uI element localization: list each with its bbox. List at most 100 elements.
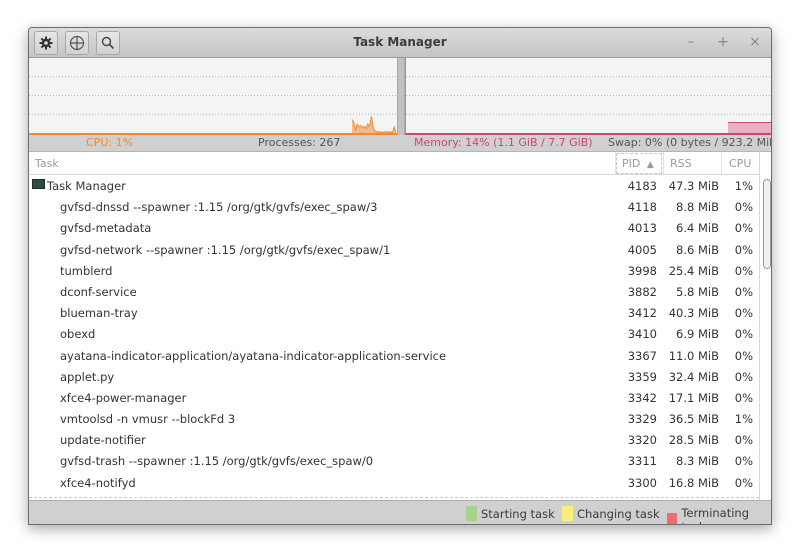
process-rss: 36.5 MiB [668,412,719,427]
legend-terminating: Terminating task [667,506,771,524]
cpu-graph-canvas [29,76,397,133]
process-row[interactable]: obexd 3410 6.9 MiB 0% [29,323,759,344]
process-name: applet.py [60,369,115,384]
process-rss: 40.3 MiB [668,306,719,321]
process-pid: 3367 [627,348,657,363]
task-manager-icon [32,179,45,189]
minimize-button[interactable]: – [683,34,699,50]
process-cpu: 0% [734,454,753,469]
process-cpu: 0% [734,433,753,448]
process-row[interactable]: update-notifier 3320 28.5 MiB 0% [29,429,759,450]
process-cpu: 0% [734,475,753,490]
process-row[interactable]: ayatana-indicator-application/ayatana-in… [29,345,759,366]
process-row[interactable]: gvfsd-network --spawner :1.15 /org/gtk/g… [29,239,759,260]
task-manager-window: Task Manager – + × CPU: 1% Processes: 26… [28,27,772,525]
changing-swatch [562,506,573,521]
maximize-button[interactable]: + [715,34,731,50]
process-rss: 8.8 MiB [676,200,719,215]
process-cpu: 0% [734,200,753,215]
process-pid: 3329 [627,412,657,427]
process-pid: 4005 [627,242,657,257]
process-pid: 3998 [627,263,657,278]
process-pid: 3311 [627,454,657,469]
memory-graph [405,58,771,135]
process-pid: 4183 [627,179,657,193]
column-header-task[interactable]: Task [35,157,59,170]
process-row[interactable]: vmtoolsd -n vmusr --blockFd 3 3329 36.5 Mi… [29,408,759,429]
process-row[interactable]: tumblerd 3998 25.4 MiB 0% [29,260,759,281]
legend-starting: Starting task [466,506,555,521]
process-pid: 4013 [627,221,657,236]
process-cpu: 0% [734,242,753,257]
process-cpu: 0% [734,348,753,363]
scrollbar-thumb[interactable] [763,179,771,269]
swap-usage-label: Swap: 0% (0 bytes / 923.2 MiB) [608,136,772,149]
process-pid: 3300 [627,475,657,490]
graphs-panel [29,58,771,135]
column-header-cpu[interactable]: CPU [729,157,751,170]
process-row[interactable]: blueman-tray 3412 40.3 MiB 0% [29,302,759,323]
process-row[interactable]: dconf-service 3882 5.8 MiB 0% [29,281,759,302]
process-name: dconf-service [60,284,137,299]
process-row[interactable]: applet.py 3359 32.4 MiB 0% [29,366,759,387]
process-pid: 3410 [627,327,657,342]
process-rss: 6.4 MiB [676,221,719,236]
legend-changing-label: Changing task [577,506,660,521]
process-cpu: 0% [734,284,753,299]
process-name: xfce4-power-manager [60,390,187,405]
terminating-swatch [667,512,678,524]
process-rss: 47.3 MiB [668,179,719,193]
process-cpu: 0% [734,327,753,342]
graph-separator[interactable] [397,58,405,135]
legend-terminating-label: Terminating task [681,506,750,524]
process-list: Task PID ▲ RSS CPU Task Manager 4183 47.3 … [29,151,759,500]
process-row[interactable]: xfce4-power-manager 3342 17.1 MiB 0% [29,387,759,408]
title-bar[interactable]: Task Manager – + × [29,28,771,58]
process-cpu: 1% [734,412,753,427]
process-rss: 25.4 MiB [668,263,719,278]
vertical-scrollbar[interactable] [759,151,771,500]
process-rss: 11.0 MiB [668,348,719,363]
process-pid: 3342 [627,390,657,405]
process-name: blueman-tray [60,306,138,321]
column-header-pid[interactable]: PID ▲ [616,153,662,174]
list-header: Task PID ▲ RSS CPU [29,152,759,175]
process-cpu: 0% [734,390,753,405]
process-rss: 17.1 MiB [668,390,719,405]
process-row[interactable]: Task Manager 4183 47.3 MiB 1% [29,175,759,196]
process-cpu: 0% [734,369,753,384]
starting-swatch [466,506,477,521]
memory-history-area [728,122,771,133]
process-cpu: 0% [734,221,753,236]
processes-count-label: Processes: 267 [258,136,341,149]
column-divider [663,152,664,174]
process-name: tumblerd [60,263,113,278]
process-row[interactable]: gvfsd-dnssd --spawner :1.15 /org/gtk/gvf… [29,196,759,217]
status-line: CPU: 1% Processes: 267 Memory: 14% (1.1 … [29,135,771,151]
memory-usage-label: Memory: 14% (1.1 GiB / 7.7 GiB) [414,136,593,149]
process-name: xfce4-notifyd [60,475,136,490]
process-pid: 3412 [627,306,657,321]
process-name: gvfsd-network --spawner :1.15 /org/gtk/g… [60,242,391,257]
legend-starting-label: Starting task [481,506,555,521]
process-row[interactable]: xfce4-notifyd 3300 16.8 MiB 0% [29,472,759,493]
process-row[interactable]: gvfsd-trash --spawner :1.15 /org/gtk/gvf… [29,450,759,471]
process-pid: 4118 [627,200,657,215]
list-bottom-edge [29,497,759,498]
process-cpu: 0% [734,263,753,278]
memory-graph-canvas [406,76,771,133]
close-button[interactable]: × [747,34,763,50]
sort-ascending-icon: ▲ [646,160,654,170]
process-name: vmtoolsd -n vmusr --blockFd 3 [60,412,236,427]
process-name: gvfsd-metadata [60,221,152,236]
process-rss: 8.6 MiB [676,242,719,257]
process-rss: 8.3 MiB [676,454,719,469]
cpu-graph [29,58,397,135]
process-name: Task Manager [47,179,126,193]
process-cpu: 0% [734,306,753,321]
process-row[interactable]: gvfsd-metadata 4013 6.4 MiB 0% [29,217,759,238]
process-name: update-notifier [60,433,146,448]
column-header-rss[interactable]: RSS [670,157,692,170]
legend-changing: Changing task [562,506,660,521]
process-name: gvfsd-trash --spawner :1.15 /org/gtk/gvf… [60,454,374,469]
